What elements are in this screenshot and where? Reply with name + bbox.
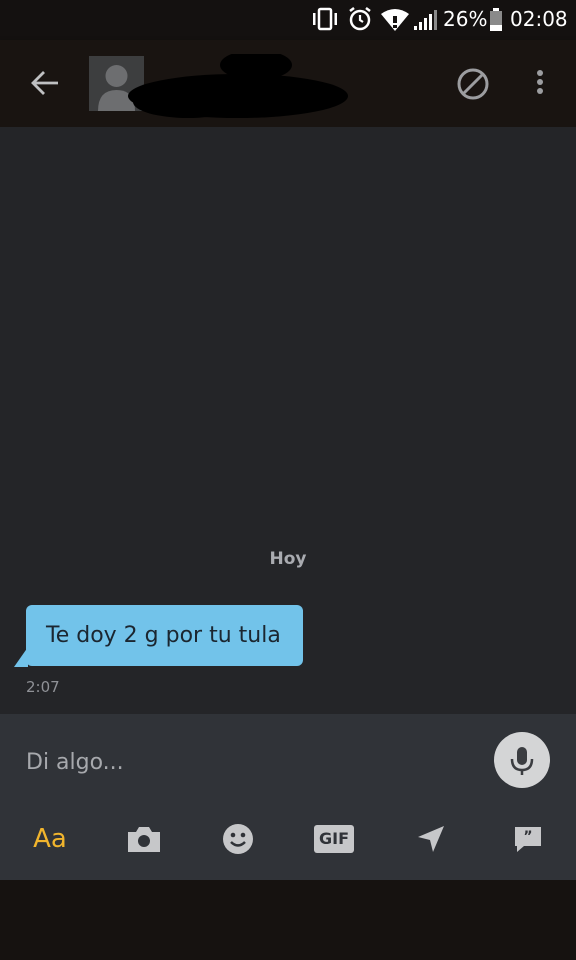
battery-icon — [489, 8, 503, 36]
message-timestamp: 2:07 — [26, 678, 60, 696]
text-format-button[interactable]: Aa — [28, 819, 72, 859]
back-arrow-icon[interactable] — [28, 66, 62, 100]
send-location-icon[interactable] — [415, 819, 447, 859]
wifi-icon — [380, 8, 410, 36]
message-list[interactable]: Hoy Te doy 2 g por tu tula 2:07 — [0, 127, 576, 714]
composer: Aa GIF ” — [0, 714, 576, 880]
message-bubble[interactable]: Te doy 2 g por tu tula — [26, 605, 303, 666]
alarm-icon — [347, 6, 373, 36]
camera-icon[interactable] — [126, 819, 162, 859]
svg-text:”: ” — [523, 829, 532, 845]
day-separator: Hoy — [269, 549, 307, 569]
gif-button[interactable]: GIF — [313, 819, 355, 859]
microphone-icon[interactable] — [494, 732, 550, 788]
message-input[interactable] — [26, 744, 446, 780]
clock: 02:08 — [510, 7, 568, 31]
more-vert-icon[interactable] — [528, 66, 552, 102]
battery-percent: 26% — [443, 7, 488, 31]
smiley-icon[interactable] — [222, 819, 254, 859]
quote-bubble-icon[interactable]: ” — [512, 819, 544, 859]
vibrate-icon — [310, 7, 340, 35]
block-icon[interactable] — [455, 66, 491, 102]
status-bar: 26% 02:08 — [0, 0, 576, 40]
chat-header — [0, 40, 576, 127]
redacted-name — [128, 50, 350, 118]
gif-label: GIF — [313, 825, 354, 853]
navigation-bar-area — [0, 880, 576, 960]
signal-icon — [413, 8, 439, 36]
